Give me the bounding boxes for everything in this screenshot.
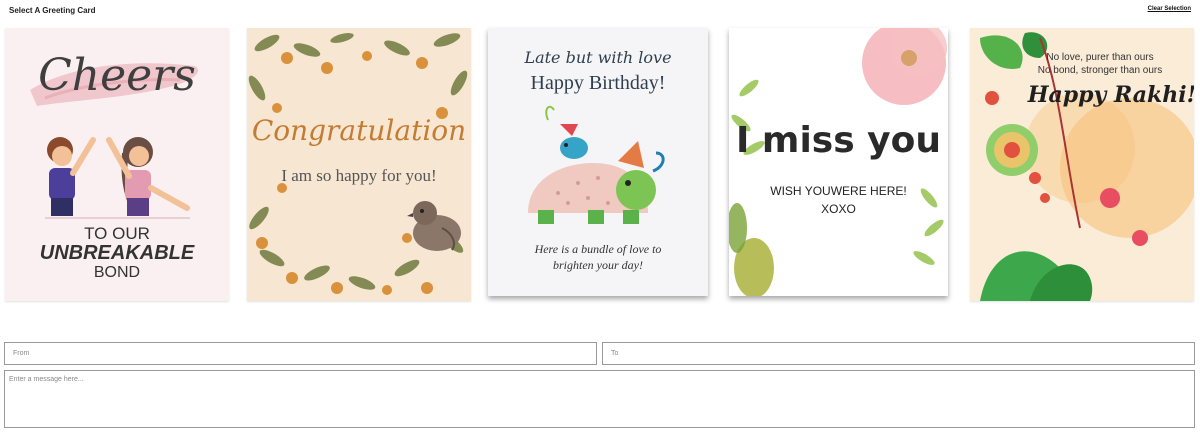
card-line-3: brighten your day! — [553, 258, 643, 272]
card-line-2: Here is a bundle of love to — [534, 242, 662, 256]
greeting-card-happy-birthday[interactable]: Late but with love Happy Birthday! Here … — [488, 28, 708, 296]
from-input[interactable] — [4, 342, 597, 365]
card-script-text: I miss you — [736, 120, 941, 161]
page-title: Select A Greeting Card — [9, 6, 96, 15]
card-line-2: No bond, stronger than ours — [1037, 65, 1163, 76]
message-textarea[interactable] — [4, 370, 1195, 428]
greeting-card-congratulation[interactable]: Congratulation I am so happy for you! — [247, 28, 471, 301]
card-script-text: Happy Rakhi! — [1027, 82, 1194, 108]
clear-selection-link[interactable]: Clear Selection — [1148, 6, 1191, 12]
card-line-2: UNBREAKABLE — [39, 242, 195, 264]
leaves-berries-illustration — [248, 33, 468, 295]
to-input[interactable] — [602, 342, 1195, 365]
card-script-text: Late but with love — [524, 48, 672, 67]
card-script-text: Congratulation — [251, 114, 467, 147]
card-script-text: Cheers — [38, 50, 196, 101]
card-gallery: Cheers TO OUR UNBREAKABLE BOND Congratul… — [0, 28, 1200, 304]
watercolor-flower-illustration — [729, 28, 947, 296]
card-line-1: Happy Birthday! — [530, 72, 666, 94]
card-line-1: WISH YOUWERE HERE! — [770, 184, 907, 198]
card-line-2: XOXO — [821, 202, 856, 216]
greeting-card-happy-rakhi[interactable]: No love, purer than ours No bond, strong… — [970, 28, 1194, 301]
card-line-1: TO OUR — [84, 224, 150, 243]
greeting-card-cheers[interactable]: Cheers TO OUR UNBREAKABLE BOND — [5, 28, 229, 301]
greeting-card-i-miss-you[interactable]: I miss you WISH YOUWERE HERE! XOXO — [729, 28, 948, 296]
card-line-1: No love, purer than ours — [1046, 52, 1154, 63]
card-line-1: I am so happy for you! — [281, 166, 437, 185]
card-line-3: BOND — [93, 264, 141, 281]
